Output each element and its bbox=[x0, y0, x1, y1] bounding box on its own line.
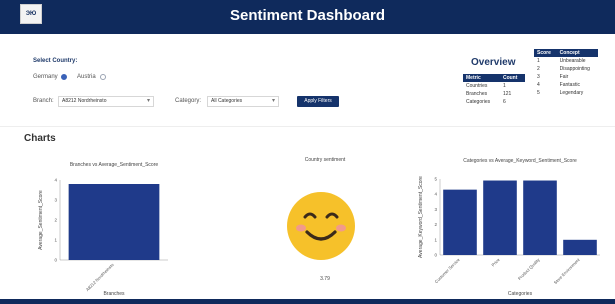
country-radio-germany[interactable] bbox=[61, 74, 67, 80]
cell: Fair bbox=[559, 74, 569, 80]
cell: Branches bbox=[466, 91, 488, 97]
bar bbox=[443, 189, 477, 255]
cell: 1 bbox=[537, 58, 540, 64]
categories-chart-panel: Categories vs Average_Keyword_Sentiment_… bbox=[414, 150, 606, 298]
cell: Legendary bbox=[559, 90, 584, 96]
filter-panel: Select Country: Germany Austria Branch: … bbox=[0, 34, 440, 126]
footer-bar bbox=[0, 299, 615, 304]
cell: Categories bbox=[466, 99, 491, 105]
x-tick-label: Price bbox=[490, 257, 501, 268]
bar bbox=[563, 239, 597, 255]
table-row: 1 Unbearable bbox=[534, 57, 598, 65]
y-tick-label: 2 bbox=[54, 218, 57, 223]
branch-label: Branch: bbox=[33, 98, 54, 104]
category-select[interactable]: All Categories ▾ bbox=[207, 96, 279, 107]
cell: 3 bbox=[537, 74, 540, 80]
bar bbox=[483, 180, 517, 255]
score-col-concept: Concept bbox=[556, 49, 598, 57]
categories-sentiment-chart: Categories vs Average_Keyword_Sentiment_… bbox=[418, 158, 600, 297]
table-row: Countries 1 bbox=[463, 82, 525, 90]
table-row: 3 Fair bbox=[534, 73, 598, 81]
overview-col-count: Count bbox=[499, 74, 525, 82]
y-tick-label: 1 bbox=[54, 238, 57, 243]
table-row: 2 Disappointing bbox=[534, 65, 598, 73]
y-tick-label: 4 bbox=[434, 192, 437, 197]
cell: 5 bbox=[537, 90, 540, 96]
x-axis-label: Branches bbox=[103, 291, 125, 297]
page-title: Sentiment Dashboard bbox=[229, 7, 386, 24]
country-option-germany-label: Germany bbox=[33, 74, 58, 80]
country-sentiment-value: 3.79 bbox=[320, 276, 330, 282]
cell: Countries bbox=[466, 83, 488, 89]
x-tick-label: Store Environment bbox=[553, 257, 582, 286]
cell: Unbearable bbox=[559, 58, 586, 64]
x-tick-label: Customer Service bbox=[434, 257, 462, 285]
overview-panel: Overview Metric Count Countries 1 Branche… bbox=[440, 34, 615, 126]
section-divider bbox=[0, 126, 615, 127]
y-tick-label: 0 bbox=[434, 253, 437, 258]
country-radio-austria[interactable] bbox=[100, 74, 106, 80]
cell: 6 bbox=[502, 99, 506, 105]
table-row: Categories 6 bbox=[463, 98, 525, 106]
table-row: Branches 121 bbox=[463, 90, 525, 98]
country-sentiment-panel: Country sentiment 3.79 bbox=[245, 150, 405, 298]
y-tick-label: 0 bbox=[54, 258, 57, 263]
branch-select-value: A8212 Nordrheinsto bbox=[62, 98, 107, 104]
x-axis-label: Categories bbox=[508, 291, 533, 297]
category-label: Category: bbox=[175, 98, 202, 104]
branches-chart-panel: Branches vs Average_Sentiment_Score 0 1 2 3 4… bbox=[22, 150, 220, 298]
y-axis-label: Average_Keyword_Sentiment_Score bbox=[418, 176, 424, 258]
header-bar: ЭЮ Sentiment Dashboard bbox=[0, 0, 615, 34]
chart-title: Branches vs Average_Sentiment_Score bbox=[70, 162, 159, 168]
cell: Fantastic bbox=[559, 82, 580, 88]
charts-heading: Charts bbox=[24, 133, 56, 144]
y-tick-label: 4 bbox=[54, 178, 57, 183]
y-tick-label: 2 bbox=[434, 222, 437, 227]
country-sentiment-title: Country sentiment bbox=[304, 157, 346, 163]
table-row: 5 Legendary bbox=[534, 89, 598, 97]
x-tick-label: A8212 Nordrheinsto bbox=[85, 262, 115, 292]
bar bbox=[68, 184, 160, 260]
y-tick-label: 3 bbox=[54, 198, 57, 203]
cell: 4 bbox=[537, 82, 540, 88]
score-table: Score Concept 1 Unbearable 2 Disappointing… bbox=[534, 49, 598, 97]
table-row: 4 Fantastic bbox=[534, 81, 598, 89]
country-option-austria-label: Austria bbox=[77, 74, 96, 80]
y-axis-label: Average_Sentiment_Score bbox=[38, 190, 44, 250]
cell: Disappointing bbox=[559, 66, 590, 72]
branches-sentiment-chart: Branches vs Average_Sentiment_Score 0 1 2 3 4… bbox=[38, 162, 168, 297]
overview-title: Overview bbox=[471, 57, 516, 68]
cell: 121 bbox=[502, 91, 512, 97]
cell: 2 bbox=[537, 66, 540, 72]
x-tick-label: Product Quality bbox=[517, 257, 541, 281]
cell: 1 bbox=[502, 83, 506, 89]
y-tick-label: 5 bbox=[434, 177, 437, 182]
category-select-value: All Categories bbox=[211, 98, 243, 104]
overview-table: Metric Count Countries 1 Branches 121 Cate… bbox=[463, 74, 525, 106]
chevron-down-icon: ▾ bbox=[146, 98, 150, 104]
branch-select[interactable]: A8212 Nordrheinsto ▾ bbox=[58, 96, 154, 107]
y-tick-label: 3 bbox=[434, 207, 437, 212]
apply-filters-button[interactable]: Apply Filters bbox=[297, 96, 339, 107]
select-country-label: Select Country: bbox=[33, 58, 78, 64]
chart-title: Categories vs Average_Keyword_Sentiment_… bbox=[463, 158, 577, 164]
overview-col-metric: Metric bbox=[463, 74, 500, 82]
score-col-score: Score bbox=[534, 49, 557, 57]
smiley-face-icon bbox=[287, 192, 355, 260]
chevron-down-icon: ▾ bbox=[271, 98, 275, 104]
y-tick-label: 1 bbox=[434, 237, 437, 242]
bar bbox=[523, 180, 557, 255]
